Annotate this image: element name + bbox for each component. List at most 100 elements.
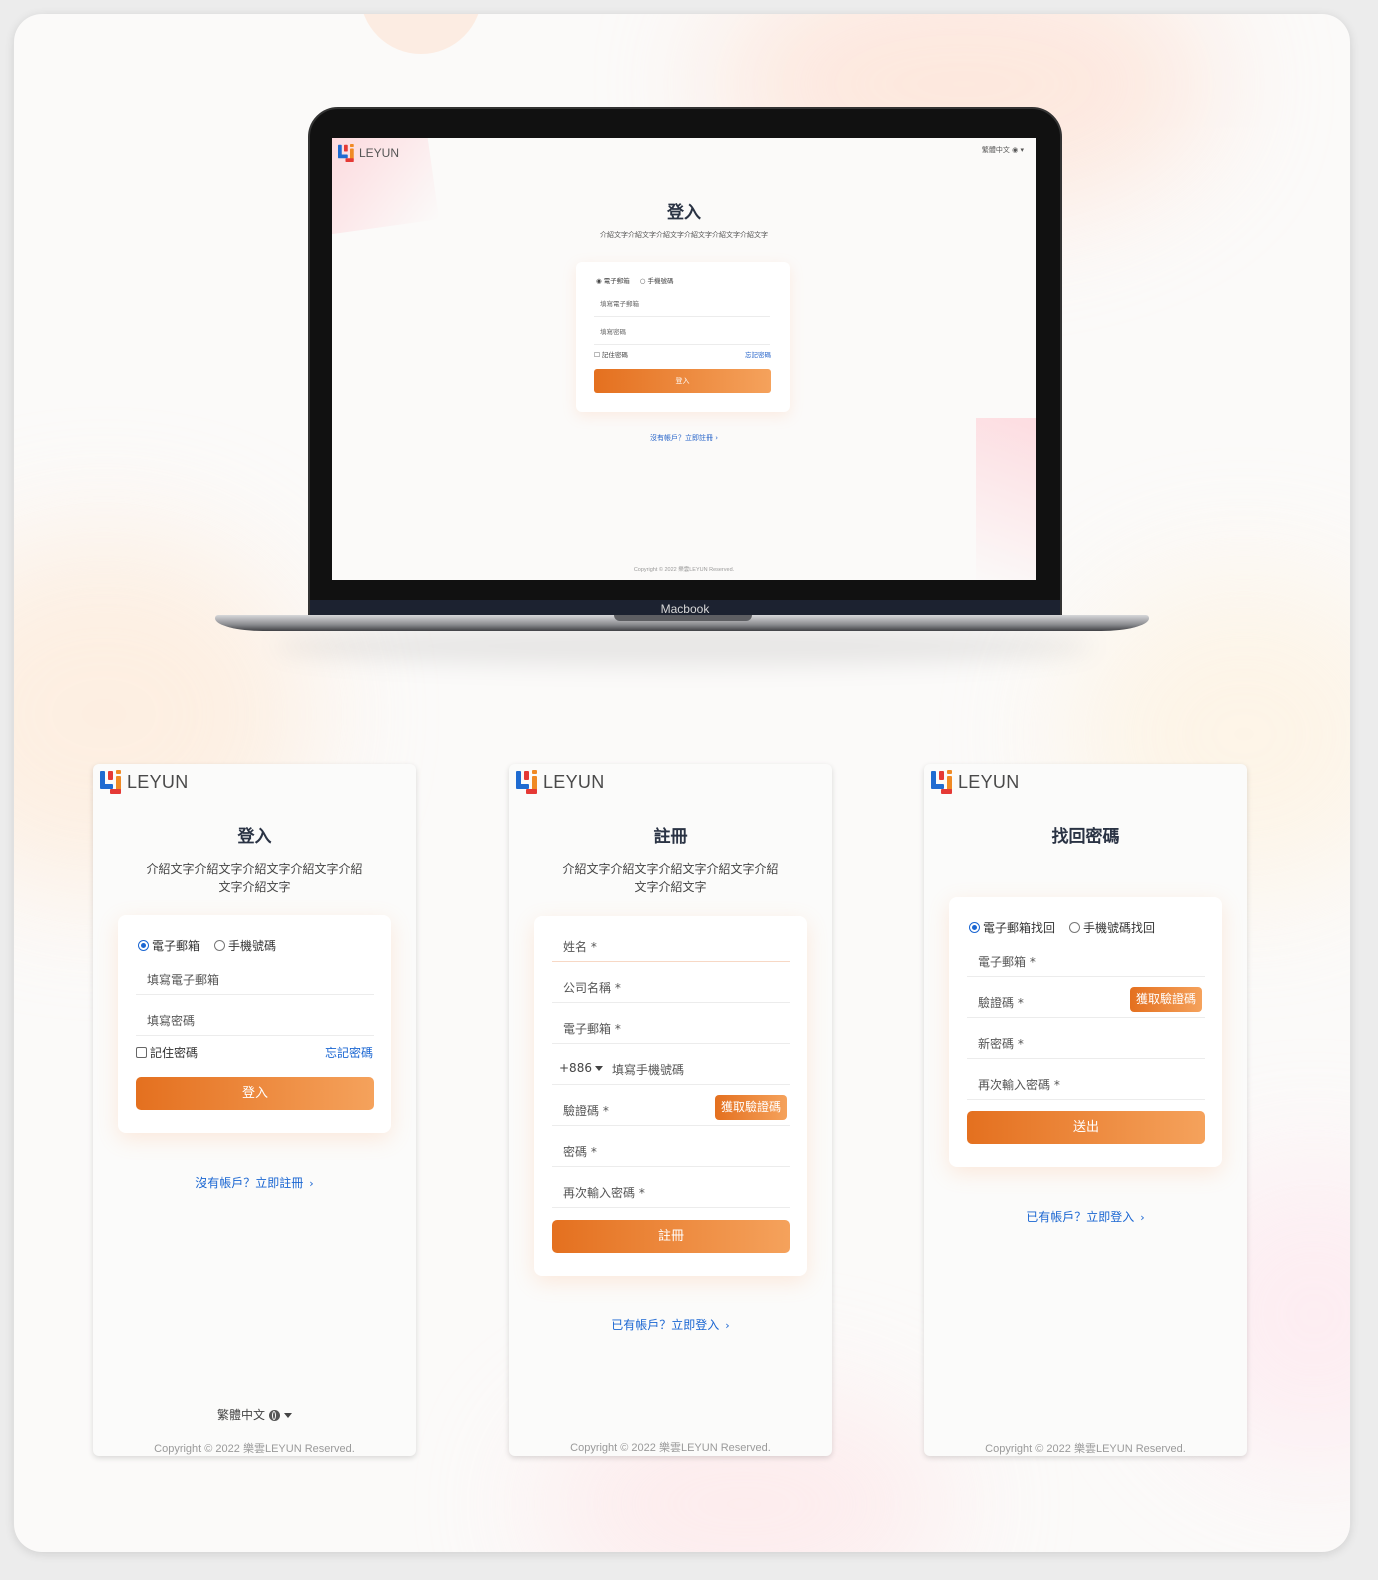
chevron-down-icon [594, 1066, 603, 1071]
logo-icon [931, 770, 955, 794]
radio-phone[interactable]: 手機號碼 [214, 937, 276, 954]
chevron-right-icon: › [715, 434, 719, 442]
register-card: 姓名 * 公司名稱 * 電子郵箱 * +886 填寫手機號碼 驗證碼 * 獲取驗… [534, 916, 807, 1276]
page-title: 找回密碼 [1051, 827, 1120, 847]
logo-icon [100, 770, 124, 794]
login-link[interactable]: 已有帳戶？立即登入 › [924, 1208, 1247, 1225]
register-link[interactable]: 沒有帳戶？立即註冊 › [332, 433, 1036, 443]
copyright: Copyright © 2022 樂雲LEYUN Reserved. [154, 1443, 355, 1455]
login-button[interactable]: 登入 [136, 1077, 374, 1110]
radio-phone[interactable]: 手機號碼找回 [1069, 919, 1155, 936]
phone-placeholder: 填寫手機號碼 [612, 1063, 685, 1077]
copyright: Copyright © 2022 樂雲LEYUN Reserved. [633, 567, 735, 573]
mobile-register-screen: LEYUN 註冊 介紹文字介紹文字介紹文字介紹文字介紹文字介紹文字 姓名 * 公… [509, 764, 832, 1456]
logo-text: LEYUN [359, 146, 400, 160]
radio-phone-label: 手機號碼找回 [1083, 921, 1156, 935]
login-link-label: 已有帳戶？立即登入 [611, 1318, 720, 1332]
get-code-button[interactable]: 獲取驗證碼 [1129, 987, 1202, 1012]
device-label: Macbook [660, 602, 710, 616]
name-field[interactable]: 姓名 * [552, 926, 790, 962]
chevron-down-icon [284, 1413, 292, 1418]
verification-code-label: 驗證碼 * [978, 996, 1024, 1010]
password-field[interactable]: 密碼 * [552, 1131, 790, 1167]
remember-label: 記住密碼 [150, 1046, 199, 1060]
decorative-circle [360, 14, 482, 54]
password-confirm-field[interactable]: 再次輸入密碼 * [967, 1064, 1205, 1100]
login-card: 電子郵箱 手機號碼 填寫電子郵箱 填寫密碼 記住密碼 忘記密碼 登入 [118, 915, 391, 1133]
checkbox-icon [136, 1047, 147, 1058]
logo-text: LEYUN [958, 771, 1020, 792]
verification-code-label: 驗證碼 * [563, 1104, 609, 1118]
recover-method-radios: 電子郵箱找回 手機號碼找回 [969, 919, 1155, 936]
forgot-password-link[interactable]: 忘記密碼 [745, 349, 771, 359]
password-confirm-field[interactable]: 再次輸入密碼 * [552, 1172, 790, 1208]
logo-icon [338, 144, 354, 162]
recover-card: 電子郵箱找回 手機號碼找回 電子郵箱 * 驗證碼 * 獲取驗證碼 新密碼 * 再… [949, 897, 1222, 1167]
phone-field[interactable]: +886 填寫手機號碼 [552, 1049, 790, 1085]
language-label: 繁體中文 [216, 1408, 265, 1422]
logo[interactable]: LEYUN [338, 144, 399, 162]
mobile-login-screen: LEYUN 登入 介紹文字介紹文字介紹文字介紹文字介紹文字介紹文字 電子郵箱 手… [93, 764, 416, 1456]
radio-unselected-icon [214, 940, 226, 951]
language-selector[interactable]: 繁體中文 [93, 1406, 416, 1423]
email-field[interactable]: 填寫電子郵箱 [594, 298, 770, 317]
logo[interactable]: LEYUN [516, 770, 605, 794]
page-subtitle: 介紹文字介紹文字介紹文字介紹文字介紹文字介紹文字 [146, 862, 363, 894]
radio-email[interactable]: 電子郵箱 [138, 937, 200, 954]
logo[interactable]: LEYUN [100, 770, 189, 794]
login-link[interactable]: 已有帳戶？立即登入 › [509, 1316, 832, 1333]
password-field[interactable]: 填寫密碼 [136, 1000, 374, 1036]
radio-selected-icon [138, 940, 149, 951]
company-field[interactable]: 公司名稱 * [552, 967, 790, 1003]
register-link-label: 沒有帳戶？立即註冊 [649, 434, 713, 442]
page-subtitle: 介紹文字介紹文字介紹文字介紹文字介紹文字介紹文字 [562, 862, 779, 894]
page-title: 登入 [237, 827, 272, 847]
mobile-recover-password-screen: LEYUN 找回密碼 電子郵箱找回 手機號碼找回 電子郵箱 * 驗證碼 * 獲取… [924, 764, 1247, 1456]
login-method-radios: 電子郵箱 手機號碼 [138, 937, 276, 954]
verification-code-field[interactable]: 驗證碼 * 獲取驗證碼 [552, 1090, 790, 1126]
email-field[interactable]: 電子郵箱 * [552, 1008, 790, 1044]
radio-unselected-icon [1069, 922, 1081, 933]
logo-text: LEYUN [127, 771, 189, 792]
radio-phone-label: 手機號碼 [647, 277, 674, 285]
logo[interactable]: LEYUN [931, 770, 1020, 794]
chevron-down-icon: ▾ [1020, 146, 1024, 154]
get-code-button[interactable]: 獲取驗證碼 [714, 1095, 787, 1120]
login-card: ◉ 電子郵箱 ○ 手機號碼 填寫電子郵箱 填寫密碼 ☐ 記住密碼 忘記密碼 登入 [576, 262, 790, 412]
verification-code-field[interactable]: 驗證碼 * 獲取驗證碼 [967, 982, 1205, 1018]
country-code-select[interactable]: +886 [559, 1061, 603, 1075]
copyright: Copyright © 2022 樂雲LEYUN Reserved. [985, 1443, 1186, 1455]
logo-icon [516, 770, 540, 794]
remember-checkbox[interactable]: 記住密碼 [136, 1044, 198, 1061]
register-button[interactable]: 註冊 [552, 1220, 790, 1253]
laptop-screen: LEYUN 繁體中文 ◉ ▾ 登入 介紹文字介紹文字介紹文字介紹文字介紹文字介紹… [332, 138, 1036, 580]
radio-email[interactable]: 電子郵箱找回 [969, 919, 1055, 936]
showcase-canvas: LEYUN 繁體中文 ◉ ▾ 登入 介紹文字介紹文字介紹文字介紹文字介紹文字介紹… [14, 14, 1350, 1552]
laptop-mockup: LEYUN 繁體中文 ◉ ▾ 登入 介紹文字介紹文字介紹文字介紹文字介紹文字介紹… [308, 107, 1062, 617]
register-link-label: 沒有帳戶？立即註冊 [195, 1176, 304, 1190]
email-field[interactable]: 電子郵箱 * [967, 941, 1205, 977]
page-title: 註冊 [653, 827, 688, 847]
radio-selected-icon [969, 922, 980, 933]
radio-phone-label: 手機號碼 [228, 939, 277, 953]
forgot-password-link[interactable]: 忘記密碼 [325, 1044, 373, 1061]
password-field[interactable]: 填寫密碼 [594, 326, 770, 345]
chevron-right-icon: › [1140, 1211, 1145, 1224]
login-method-radios: ◉ 電子郵箱 ○ 手機號碼 [596, 275, 674, 285]
register-link[interactable]: 沒有帳戶？立即註冊 › [93, 1174, 416, 1191]
new-password-field[interactable]: 新密碼 * [967, 1023, 1205, 1059]
language-label: 繁體中文 [981, 146, 1010, 154]
radio-phone[interactable]: ○ 手機號碼 [640, 275, 674, 285]
radio-email[interactable]: ◉ 電子郵箱 [596, 275, 630, 285]
logo-text: LEYUN [543, 771, 605, 792]
email-field[interactable]: 填寫電子郵箱 [136, 959, 374, 995]
radio-email-label: 電子郵箱 [152, 939, 201, 953]
country-code-label: +886 [559, 1061, 592, 1075]
remember-checkbox[interactable]: ☐ 記住密碼 [594, 349, 628, 359]
language-selector[interactable]: 繁體中文 ◉ ▾ [982, 145, 1024, 155]
login-button[interactable]: 登入 [594, 369, 771, 393]
page-subtitle: 介紹文字介紹文字介紹文字介紹文字介紹文字介紹文字 [600, 231, 768, 239]
submit-button[interactable]: 送出 [967, 1111, 1205, 1144]
radio-email-label: 電子郵箱 [603, 277, 630, 285]
radio-email-label: 電子郵箱找回 [983, 921, 1056, 935]
